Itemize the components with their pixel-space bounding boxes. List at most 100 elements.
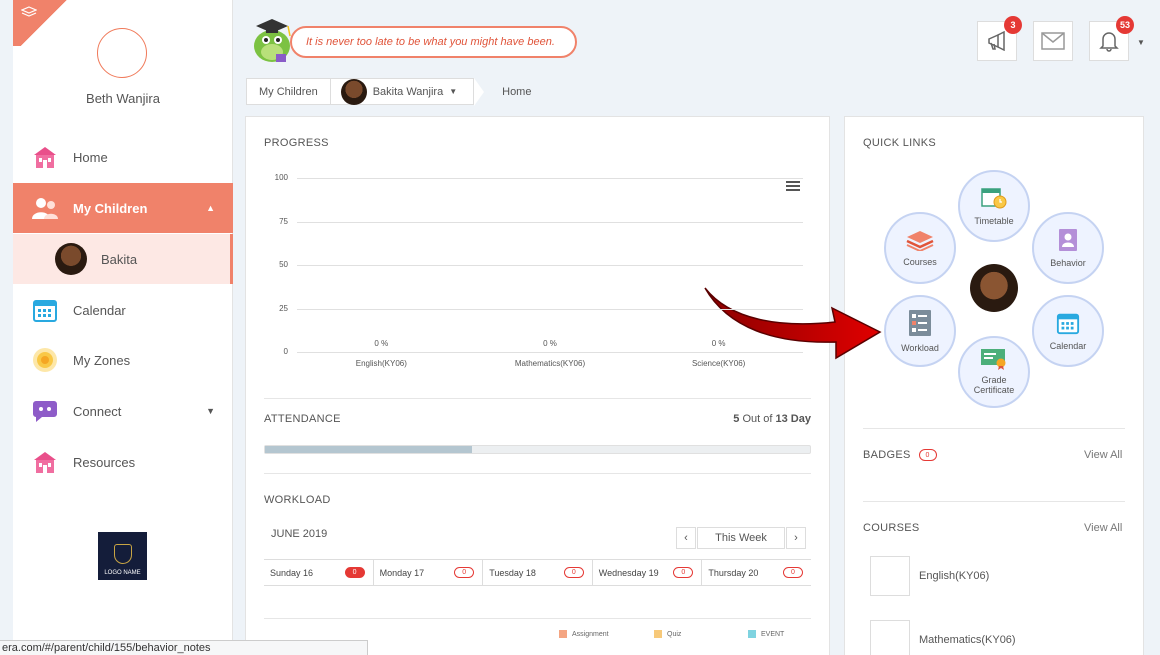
sidebar-item-my-children[interactable]: My Children ▲: [13, 183, 233, 233]
course-name[interactable]: Mathematics(KY06): [919, 634, 1016, 646]
user-menu-caret-icon[interactable]: ▼: [1137, 38, 1145, 47]
child-selector[interactable]: Bakita Wanjira ▼: [330, 78, 475, 105]
sidebar-item-calendar[interactable]: Calendar: [13, 285, 233, 335]
behavior-icon: [1058, 228, 1078, 254]
children-icon: [31, 194, 59, 222]
attendance-total: 13 Day: [775, 413, 811, 425]
resources-icon: [31, 448, 59, 476]
day-cell[interactable]: Monday 17 0: [374, 560, 484, 585]
sidebar-item-bakita[interactable]: Bakita: [13, 234, 233, 284]
chevron-right-icon: ›: [794, 532, 798, 544]
quicklink-behavior[interactable]: Behavior: [1032, 212, 1104, 284]
sidebar-item-label: Bakita: [101, 251, 138, 267]
child-avatar: [340, 78, 367, 105]
school-logo: LOGO NAME: [98, 532, 147, 580]
divider: [264, 618, 811, 619]
legend-swatch: [748, 630, 756, 638]
legend-event: EVENT: [748, 630, 784, 638]
day-count-badge: 0: [673, 567, 694, 578]
breadcrumb-my-children[interactable]: My Children: [246, 78, 331, 105]
badges-count: 0: [918, 449, 937, 462]
x-tick-label: Mathematics(KY06): [514, 359, 586, 368]
divider: [863, 501, 1125, 502]
chart-menu-icon[interactable]: [786, 181, 800, 193]
x-tick-label: English(KY06): [355, 359, 407, 368]
badges-title: BADGES 0: [863, 449, 937, 462]
sidebar-item-home[interactable]: Home: [13, 132, 233, 182]
legend-assignment: Assignment: [559, 630, 609, 638]
course-name[interactable]: English(KY06): [919, 570, 989, 582]
attendance-progress-fill: [265, 446, 473, 453]
quicklink-workload[interactable]: Workload: [884, 295, 956, 367]
child-selector-label: Bakita Wanjira: [372, 85, 444, 98]
y-tick-label: 100: [274, 173, 288, 182]
workload-title: WORKLOAD: [264, 494, 331, 506]
workload-days-row: Sunday 16 0 Monday 17 0 Tuesday 18 0 Wednes…: [264, 559, 811, 586]
announcements-badge: 3: [1004, 16, 1022, 34]
child-avatar: [55, 243, 87, 275]
calendar-icon: [31, 296, 59, 324]
next-week-button[interactable]: ›: [786, 527, 806, 549]
shield-icon: [113, 544, 132, 564]
course-thumbnail[interactable]: [870, 556, 910, 596]
day-count-badge: 0: [563, 567, 584, 578]
chevron-down-icon: ▼: [206, 406, 215, 416]
chart-data-label: 0 %: [374, 339, 389, 348]
status-bar-url: era.com/#/parent/child/155/behavior_note…: [0, 640, 368, 655]
quicklink-calendar[interactable]: Calendar: [1032, 295, 1104, 367]
courses-view-all-link[interactable]: View All: [1084, 522, 1122, 534]
sidebar-item-label: My Zones: [73, 352, 131, 368]
attendance-progress-bar: [264, 445, 811, 454]
day-cell[interactable]: Thursday 20 0: [702, 560, 811, 585]
day-cell[interactable]: Sunday 16 0: [264, 560, 374, 585]
attendance-out-of: Out of: [742, 413, 773, 425]
badges-view-all-link[interactable]: View All: [1084, 449, 1122, 461]
chart-data-label: 0 %: [543, 339, 557, 348]
week-range-button[interactable]: This Week: [697, 527, 785, 549]
connect-icon: [31, 397, 59, 425]
timetable-icon: [981, 186, 1007, 212]
notifications-button[interactable]: 53: [1089, 16, 1134, 61]
sidebar-item-connect[interactable]: Connect ▼: [13, 386, 233, 436]
x-tick-label: Science(KY06): [691, 359, 746, 368]
y-tick-label: 75: [279, 216, 288, 226]
sidebar-item-my-zones[interactable]: My Zones: [13, 335, 233, 385]
divider: [264, 398, 811, 399]
course-thumbnail[interactable]: [870, 620, 910, 655]
layers-icon[interactable]: [20, 6, 38, 21]
sidebar-item-label: Home: [73, 149, 108, 165]
zones-icon: [31, 346, 59, 374]
day-cell[interactable]: Tuesday 18 0: [483, 560, 593, 585]
legend-swatch: [559, 630, 567, 638]
day-count-badge: 0: [454, 567, 475, 578]
user-name: Beth Wanjira: [86, 91, 160, 106]
attendance-summary: 5 Out of 13 Day: [700, 413, 811, 425]
day-count-badge: 0: [782, 567, 803, 578]
y-tick-label: 0: [283, 347, 288, 356]
quicklink-timetable[interactable]: Timetable: [958, 170, 1030, 242]
chevron-left-icon: ‹: [684, 532, 688, 544]
user-avatar[interactable]: [97, 28, 147, 78]
announcements-button[interactable]: 3: [977, 16, 1022, 61]
messages-button[interactable]: [1033, 21, 1073, 61]
quicklink-courses[interactable]: Courses: [884, 212, 956, 284]
home-icon: [31, 143, 59, 171]
chart-gridline: [297, 308, 803, 310]
certificate-icon: [980, 348, 1008, 372]
red-arrow-annotation: [704, 287, 882, 360]
chart-gridline: [297, 178, 803, 179]
notifications-badge: 53: [1116, 16, 1134, 34]
chart-gridline: [297, 352, 803, 353]
quicklink-grade-certificate[interactable]: Grade Certificate: [958, 336, 1030, 408]
sidebar-item-label: Calendar: [73, 302, 126, 318]
day-cell[interactable]: Wednesday 19 0: [593, 560, 703, 585]
sidebar: Beth Wanjira Home My Children ▲ Bakita C…: [13, 0, 233, 655]
sidebar-item-resources[interactable]: Resources: [13, 437, 233, 487]
megaphone-icon: [988, 31, 1005, 51]
sidebar-item-label: My Children: [73, 200, 148, 216]
day-count-badge: 0: [344, 567, 365, 578]
prev-week-button[interactable]: ‹: [676, 527, 696, 549]
books-icon: [905, 229, 935, 253]
envelope-icon: [1041, 32, 1065, 50]
sidebar-item-label: Resources: [73, 454, 136, 470]
